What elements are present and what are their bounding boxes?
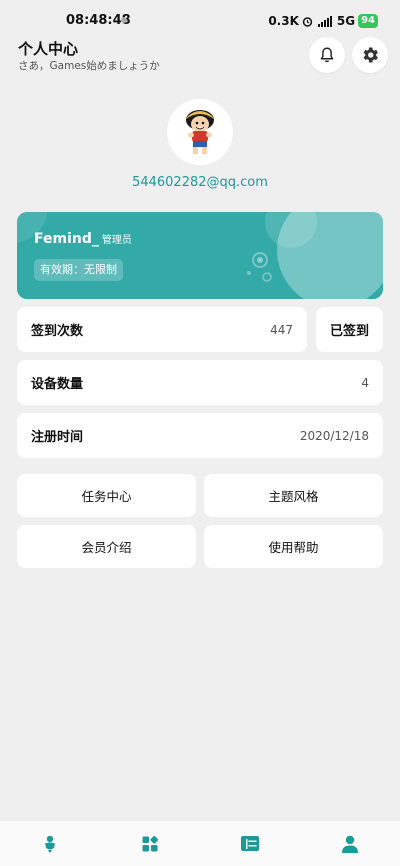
devices-count: 4: [361, 375, 369, 390]
person-pin-icon: [45, 835, 55, 853]
notifications-button[interactable]: [309, 37, 345, 73]
network-type: 5G: [336, 14, 356, 28]
page-title: 个人中心: [18, 40, 79, 58]
nav-item-profile[interactable]: [300, 821, 400, 866]
card-decoration: [17, 212, 383, 299]
nav-item-home[interactable]: [0, 821, 100, 866]
gear-icon: [363, 47, 378, 63]
settings-button[interactable]: [352, 37, 388, 73]
nav-item-apps[interactable]: [100, 821, 200, 866]
member-role: 管理员: [101, 235, 132, 246]
page-subtitle: さあ，Games始めましょうか: [18, 60, 160, 72]
battery-icon: 94: [358, 14, 378, 28]
user-email: 544602282@qq.com: [132, 175, 268, 190]
register-date: 2020/12/18: [299, 428, 369, 443]
device-count-row[interactable]: 设备数量 4: [17, 360, 383, 405]
signal-strength-icon: [317, 15, 332, 27]
theme-style-button[interactable]: 主题风格: [204, 474, 383, 517]
checkin-count: 447: [270, 322, 293, 337]
task-center-button[interactable]: 任务中心: [17, 474, 196, 517]
validity-badge: 有效期：无限制: [34, 259, 123, 281]
avatar[interactable]: [167, 99, 233, 165]
checked-in-button[interactable]: 已签到: [316, 307, 383, 352]
network-speed: 0.3K: [268, 14, 299, 28]
checkin-count-row: 签到次数 447: [17, 307, 307, 352]
member-card[interactable]: Femind_ 管理员 有效期：无限制: [17, 212, 383, 299]
bottom-nav: [0, 821, 400, 866]
alarm-icon: [302, 16, 313, 27]
checkin-label: 签到次数: [31, 324, 84, 339]
status-bar: 08:48:48 0.3K 5G 94: [0, 0, 400, 40]
status-indicators: 0.3K 5G 94: [268, 13, 378, 29]
avatar-character-icon: [186, 110, 214, 154]
register-date-row: 注册时间 2020/12/18: [17, 413, 383, 458]
bell-icon: [320, 47, 334, 63]
list-icon: [241, 836, 259, 851]
apps-icon: [142, 835, 158, 851]
member-intro-button[interactable]: 会员介绍: [17, 525, 196, 568]
nav-item-list[interactable]: [200, 821, 300, 866]
help-button[interactable]: 使用帮助: [204, 525, 383, 568]
register-label: 注册时间: [31, 430, 84, 445]
profile-page: 08:48:48 0.3K 5G 94 个人中心 さあ，Games始めましょうか: [0, 0, 400, 866]
member-name: Femind_ 管理员: [34, 231, 132, 247]
devices-label: 设备数量: [31, 377, 84, 392]
profile-icon: [342, 835, 358, 853]
member-name-text: Femind_: [34, 231, 99, 247]
notification-dot-icon: [121, 17, 127, 23]
